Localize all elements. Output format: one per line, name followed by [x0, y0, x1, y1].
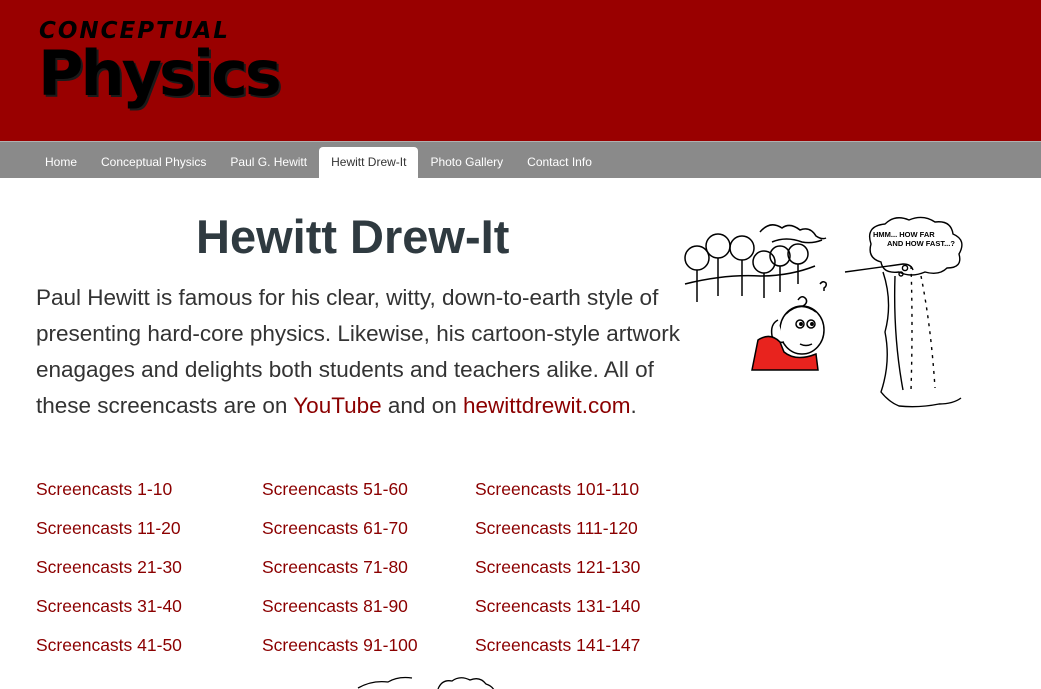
screencast-link[interactable]: Screencasts 111-120	[475, 509, 640, 548]
nav-item-hewitt-drew-it[interactable]: Hewitt Drew-It	[319, 147, 419, 179]
logo-main-text: Physics	[38, 37, 282, 110]
youtube-link[interactable]: YouTube	[293, 393, 381, 418]
screencast-link[interactable]: Screencasts 131-140	[475, 587, 640, 626]
main-navigation: Home Conceptual Physics Paul G. Hewitt H…	[0, 141, 1041, 179]
screencast-link[interactable]: Screencasts 51-60	[262, 470, 418, 509]
screencast-link[interactable]: Screencasts 91-100	[262, 626, 418, 665]
screencast-link[interactable]: Screencasts 11-20	[36, 509, 182, 548]
nav-item-contact-info[interactable]: Contact Info	[515, 147, 604, 178]
screencast-link[interactable]: Screencasts 121-130	[475, 548, 640, 587]
screencast-link[interactable]: Screencasts 21-30	[36, 548, 182, 587]
nav-item-conceptual-physics[interactable]: Conceptual Physics	[89, 147, 218, 178]
screencast-link[interactable]: Screencasts 71-80	[262, 548, 418, 587]
nav-list: Home Conceptual Physics Paul G. Hewitt H…	[33, 147, 604, 179]
screencast-link[interactable]: Screencasts 41-50	[36, 626, 182, 665]
nav-item-photo-gallery[interactable]: Photo Gallery	[418, 147, 515, 178]
thought-bubble-text-line2: AND HOW FAST...?	[887, 239, 955, 248]
intro-paragraph: Paul Hewitt is famous for his clear, wit…	[36, 280, 686, 424]
screencast-column-3: Screencasts 101-110 Screencasts 111-120 …	[475, 470, 640, 665]
screencast-link[interactable]: Screencasts 1-10	[36, 470, 182, 509]
nav-item-paul-g-hewitt[interactable]: Paul G. Hewitt	[218, 147, 319, 178]
thought-bubble-text-line1: HMM... HOW FAR	[873, 230, 935, 239]
screencast-link[interactable]: Screencasts 141-147	[475, 626, 640, 665]
thinking-boy-cartoon	[684, 224, 827, 371]
bottom-cartoon-fragment	[357, 676, 495, 689]
hewittdrewit-link[interactable]: hewittdrewit.com	[463, 393, 631, 418]
screencast-link[interactable]: Screencasts 81-90	[262, 587, 418, 626]
page-title: Hewitt Drew-It	[196, 210, 510, 263]
nav-item-home[interactable]: Home	[33, 147, 89, 178]
screencast-link[interactable]: Screencasts 61-70	[262, 509, 418, 548]
site-header: CONCEPTUAL Physics	[0, 0, 1041, 141]
screencast-link[interactable]: Screencasts 31-40	[36, 587, 182, 626]
cliff-thought-cartoon: HMM... HOW FAR AND HOW FAST...?	[844, 216, 963, 408]
conceptual-physics-logo[interactable]: CONCEPTUAL Physics	[38, 18, 282, 118]
screencast-column-1: Screencasts 1-10 Screencasts 11-20 Scree…	[36, 470, 182, 665]
screencast-column-2: Screencasts 51-60 Screencasts 61-70 Scre…	[262, 470, 418, 665]
intro-mid-text: and on	[381, 393, 463, 418]
screencast-link[interactable]: Screencasts 101-110	[475, 470, 640, 509]
intro-end-text: .	[630, 393, 637, 418]
